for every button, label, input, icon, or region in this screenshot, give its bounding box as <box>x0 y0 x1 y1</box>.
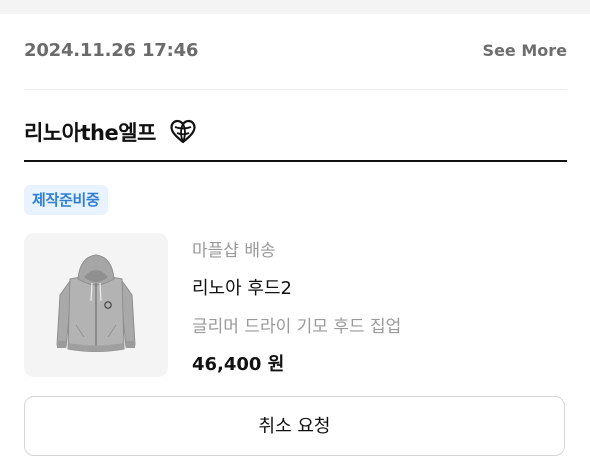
product-option: 글리머 드라이 기모 후드 집업 <box>192 317 402 337</box>
delivery-label: 마플샵 배송 <box>192 241 276 261</box>
hoodie-image <box>56 254 136 352</box>
product-price: 46,400 원 <box>192 354 285 375</box>
see-more-link[interactable]: See More <box>483 41 567 60</box>
globe-heart-icon <box>170 119 196 145</box>
top-gray-strip <box>0 0 590 14</box>
cancel-request-button[interactable]: 취소 요청 <box>24 396 565 456</box>
product-image[interactable] <box>24 233 168 377</box>
divider <box>24 89 567 90</box>
section-divider <box>24 160 567 162</box>
order-header: 2024.11.26 17:46 See More <box>24 38 567 68</box>
order-date: 2024.11.26 17:46 <box>24 40 199 61</box>
shop-row[interactable]: 리노아the엘프 <box>24 115 196 149</box>
product-name[interactable]: 리노아 후드2 <box>192 274 292 300</box>
status-badge: 제작준비중 <box>24 185 108 215</box>
shop-name[interactable]: 리노아the엘프 <box>24 117 156 147</box>
